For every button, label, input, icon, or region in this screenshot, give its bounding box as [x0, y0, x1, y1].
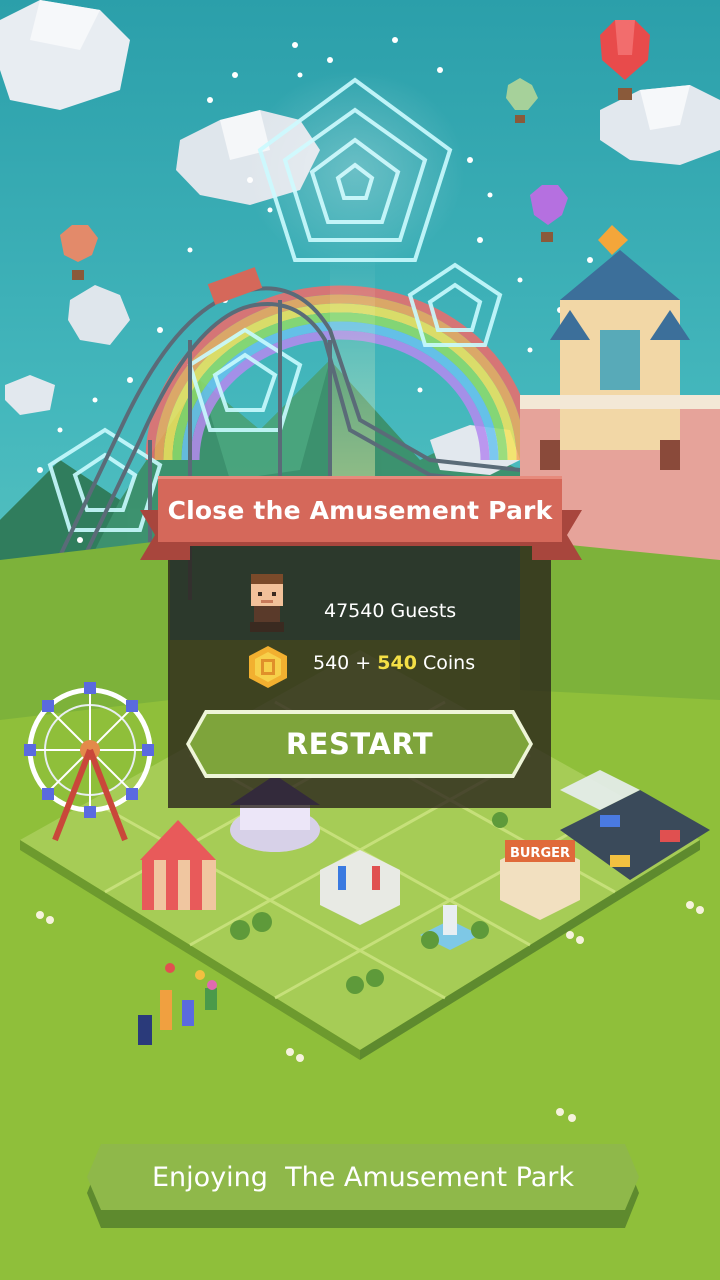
dialog-title-banner: Close the Amusement Park [158, 476, 562, 542]
coins-earned: 540 + 540 Coins [313, 652, 475, 674]
burger-sign: BURGER [510, 846, 570, 861]
coins-base: 540 + [313, 652, 378, 674]
enjoy-park-button[interactable]: Enjoying The Amusement Park [87, 1144, 639, 1210]
dialog-title: Close the Amusement Park [167, 496, 553, 525]
coin-icon [249, 646, 287, 688]
coins-suffix: Coins [416, 652, 476, 674]
coins-bonus: 540 [377, 652, 417, 674]
restart-button[interactable]: RESTART [190, 714, 529, 774]
restart-label: RESTART [285, 727, 434, 761]
guests-count: 47540 Guests [324, 600, 457, 622]
guest-avatar-icon [250, 574, 284, 632]
enjoy-park-label: Enjoying The Amusement Park [152, 1161, 574, 1193]
